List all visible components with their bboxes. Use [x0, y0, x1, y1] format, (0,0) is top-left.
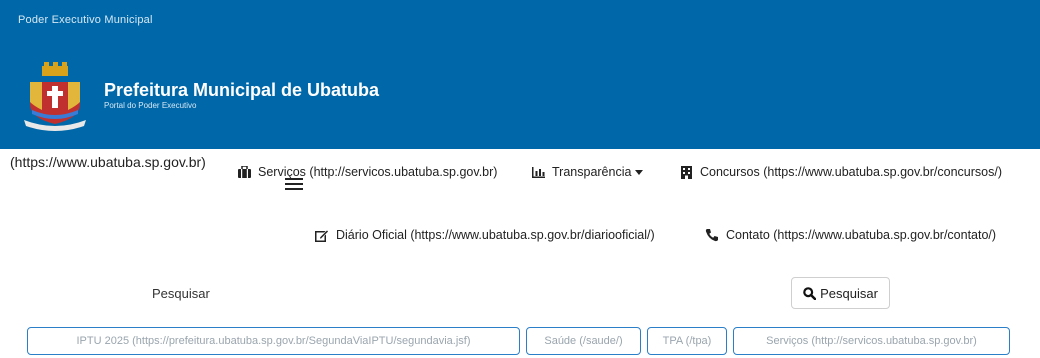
briefcase-icon [236, 165, 252, 179]
nav-transparencia-label: Transparência [552, 165, 632, 179]
site-title[interactable]: Prefeitura Municipal de Ubatuba [104, 80, 379, 101]
quick-link-tpa[interactable]: TPA (/tpa) [647, 327, 727, 355]
nav-concursos[interactable]: Concursos (https://www.ubatuba.sp.gov.br… [678, 165, 1002, 179]
nav-contato-label: Contato (https://www.ubatuba.sp.gov.br/c… [726, 228, 997, 242]
quick-link-iptu[interactable]: IPTU 2025 (https://prefeitura.ubatuba.sp… [27, 327, 520, 355]
menu-icon[interactable] [285, 178, 303, 194]
search-button[interactable]: Pesquisar [791, 277, 890, 309]
nav-servicos-label: Serviços (http://servicos.ubatuba.sp.gov… [258, 165, 498, 179]
nav-transparencia[interactable]: Transparência [530, 165, 644, 179]
quick-link-saude[interactable]: Saúde (/saude/) [526, 327, 641, 355]
nav-diario-label: Diário Oficial (https://www.ubatuba.sp.g… [336, 228, 655, 242]
caret-down-icon [635, 165, 644, 179]
nav-diario[interactable]: Diário Oficial (https://www.ubatuba.sp.g… [314, 228, 655, 242]
city-crest-logo[interactable] [20, 62, 90, 132]
site-subtitle: Portal do Poder Executivo [104, 101, 197, 110]
building-icon [678, 165, 694, 179]
phone-icon [704, 228, 720, 242]
edit-icon [314, 228, 330, 242]
nav-contato[interactable]: Contato (https://www.ubatuba.sp.gov.br/c… [704, 228, 996, 242]
nav-concursos-label: Concursos (https://www.ubatuba.sp.gov.br… [700, 165, 1002, 179]
site-header: Poder Executivo Municipal Prefeitura Mun… [0, 0, 1040, 149]
home-link[interactable]: (https://www.ubatuba.sp.gov.br) [10, 154, 206, 170]
nav-servicos[interactable]: Serviços (http://servicos.ubatuba.sp.gov… [236, 165, 497, 179]
search-icon [803, 286, 817, 300]
bar-chart-icon [530, 165, 546, 179]
quick-link-servicos[interactable]: Serviços (http://servicos.ubatuba.sp.gov… [733, 327, 1010, 355]
top-label: Poder Executivo Municipal [18, 14, 153, 26]
search-button-label: Pesquisar [820, 285, 878, 301]
search-label: Pesquisar [152, 286, 210, 301]
